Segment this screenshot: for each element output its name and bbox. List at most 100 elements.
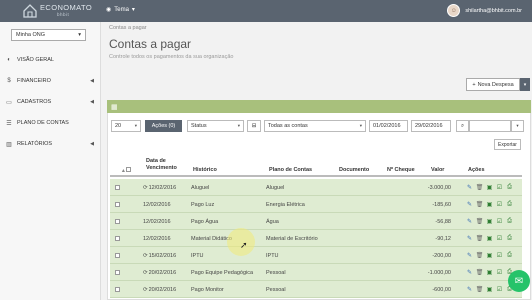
print-icon[interactable]: ⎙ xyxy=(506,251,513,259)
plan-cell: IPTU xyxy=(266,252,279,259)
row-checkbox[interactable] xyxy=(115,202,120,207)
print-icon[interactable]: ⎙ xyxy=(506,217,513,225)
date-to-input[interactable]: 29/02/2016 xyxy=(411,120,451,132)
table-row[interactable]: ⟳ 20/02/2016 Pago Monitor Pessoal -600,00 ✎ 🗑 ▣… xyxy=(110,281,522,298)
table-row[interactable]: 12/02/2016 Pago Água Água -56,88 ✎ 🗑 ▣ ☑ ⎙ xyxy=(110,213,522,230)
organization-select[interactable]: Minha ONG ▾ xyxy=(11,29,86,41)
status-select[interactable]: Status ▾ xyxy=(187,120,244,132)
due-date-cell: 12/02/2016 xyxy=(143,230,171,247)
sort-icon[interactable]: ▴ xyxy=(122,168,125,175)
search-input[interactable] xyxy=(469,120,511,132)
edit-icon[interactable]: ✎ xyxy=(466,200,473,208)
print-icon[interactable]: ⎙ xyxy=(506,234,513,242)
due-date: 20/02/2016 xyxy=(148,286,177,293)
sidebar-item-relat-rios[interactable]: ▥ RELATÓRIOS ◀ xyxy=(0,137,100,151)
money-icon[interactable]: ▣ xyxy=(486,183,493,191)
row-checkbox[interactable] xyxy=(115,185,120,190)
print-icon[interactable]: ⎙ xyxy=(506,200,513,208)
print-icon[interactable]: ⎙ xyxy=(506,183,513,191)
due-date: 20/02/2016 xyxy=(148,269,177,276)
trash-icon[interactable]: 🗑 xyxy=(476,217,484,225)
row-checkbox[interactable] xyxy=(115,236,120,241)
accounts-select[interactable]: Todas as contas ▾ xyxy=(264,120,366,132)
header-value[interactable]: Valor xyxy=(431,167,444,174)
search-options-dropdown[interactable]: ▾ xyxy=(511,120,524,132)
chevron-down-icon: ▾ xyxy=(516,123,519,128)
plan-cell: Pessoal xyxy=(266,286,286,293)
user-menu[interactable]: ☺ shilartha@bhbit.com.br xyxy=(447,4,522,17)
row-checkbox[interactable] xyxy=(115,219,120,224)
row-checkbox[interactable] xyxy=(115,270,120,275)
money-icon: $ xyxy=(7,78,11,84)
due-date-cell: ⟳ 15/02/2016 xyxy=(143,247,176,264)
trash-icon[interactable]: 🗑 xyxy=(476,251,484,259)
money-icon[interactable]: ▣ xyxy=(486,285,493,293)
new-expense-button[interactable]: + Nova Despesa xyxy=(466,78,520,91)
header-cheque[interactable]: Nº Cheque xyxy=(387,167,415,174)
value-cell: -3.000,00 xyxy=(427,184,451,191)
per-page-select[interactable]: 20 ▾ xyxy=(111,120,141,132)
header-document[interactable]: Documento xyxy=(339,167,369,174)
header-date-line2[interactable]: Vencimento xyxy=(146,165,177,172)
row-checkbox[interactable] xyxy=(115,287,120,292)
table-row[interactable]: ⟳ 12/02/2016 Aluguel Aluguel -3.000,00 ✎ 🗑 ▣ ☑ ⎙ xyxy=(110,179,522,196)
header-date-line1[interactable]: Data de xyxy=(146,158,166,165)
checkbox-icon[interactable]: ☑ xyxy=(496,234,503,242)
checkbox-icon[interactable]: ☑ xyxy=(496,268,503,276)
sidebar-item-cadastros[interactable]: ▭ CADASTROS ◀ xyxy=(0,95,100,109)
theme-menu[interactable]: ◉ Tema ▾ xyxy=(106,6,135,14)
due-date: 12/02/2016 xyxy=(143,201,171,208)
money-icon[interactable]: ▣ xyxy=(486,251,493,259)
table-row[interactable]: ⟳ 15/02/2016 IPTU IPTU -200,00 ✎ 🗑 ▣ ☑ ⎙ xyxy=(110,247,522,264)
money-icon[interactable]: ▣ xyxy=(486,217,493,225)
recurring-icon: ⟳ xyxy=(143,269,148,276)
logo-icon xyxy=(23,4,37,18)
checkbox-icon[interactable]: ☑ xyxy=(496,183,503,191)
table-row[interactable]: 12/02/2016 Pago Luz Energia Elétrica -185,6… xyxy=(110,196,522,213)
trash-icon[interactable]: 🗑 xyxy=(476,200,484,208)
row-actions: ✎ 🗑 ▣ ☑ ⎙ xyxy=(466,268,513,276)
checkbox-icon[interactable]: ☑ xyxy=(496,217,503,225)
checkbox-icon[interactable]: ☑ xyxy=(496,251,503,259)
mouse-pointer-icon: ➚ xyxy=(240,240,248,250)
search-icon[interactable]: ⌕ xyxy=(456,120,469,132)
page-subtitle: Controle todos os pagamentos da sua orga… xyxy=(109,54,234,60)
header-plan[interactable]: Plano de Contas xyxy=(269,167,312,174)
chevron-down-icon: ▾ xyxy=(134,123,137,128)
trash-icon[interactable]: 🗑 xyxy=(476,183,484,191)
edit-icon[interactable]: ✎ xyxy=(466,251,473,259)
row-checkbox[interactable] xyxy=(115,253,120,258)
status-value: Status xyxy=(191,123,207,129)
edit-icon[interactable]: ✎ xyxy=(466,285,473,293)
breadcrumb[interactable]: Contas a pagar xyxy=(109,25,147,31)
select-all-checkbox[interactable] xyxy=(126,167,131,172)
trash-icon[interactable]: 🗑 xyxy=(476,268,484,276)
edit-icon[interactable]: ✎ xyxy=(466,183,473,191)
header-history[interactable]: Histórico xyxy=(193,167,217,174)
edit-icon[interactable]: ✎ xyxy=(466,217,473,225)
money-icon[interactable]: ▣ xyxy=(486,200,493,208)
table-row[interactable]: 12/02/2016 Material Didático Material de E… xyxy=(110,230,522,247)
checkbox-icon[interactable]: ☑ xyxy=(496,285,503,293)
due-date: 12/02/2016 xyxy=(148,184,177,191)
export-button[interactable]: Exportar xyxy=(494,139,521,150)
sidebar-item-financeiro[interactable]: $ FINANCEIRO ◀ xyxy=(0,74,100,88)
date-from-input[interactable]: 01/02/2016 xyxy=(369,120,408,132)
edit-icon[interactable]: ✎ xyxy=(466,234,473,242)
chat-icon[interactable]: ✉ xyxy=(508,270,530,292)
bulk-actions-button[interactable]: Ações (0) xyxy=(145,120,182,132)
money-icon[interactable]: ▣ xyxy=(486,268,493,276)
trash-icon[interactable]: 🗑 xyxy=(476,234,484,242)
recurring-icon: ⟳ xyxy=(143,252,148,259)
new-expense-dropdown[interactable]: ▾ xyxy=(520,78,530,91)
sidebar-item-vis-o-geral[interactable]: ◐ VISÃO GERAL xyxy=(0,53,100,67)
table-row[interactable]: ⟳ 20/02/2016 Pago Equipe Pedagógica Pessoal… xyxy=(110,264,522,281)
checkbox-icon[interactable]: ☑ xyxy=(496,200,503,208)
money-icon[interactable]: ▣ xyxy=(486,234,493,242)
date-to-value: 29/02/2016 xyxy=(415,123,443,129)
edit-icon[interactable]: ✎ xyxy=(466,268,473,276)
sidebar-item-plano-de-contas[interactable]: ☰ PLANO DE CONTAS xyxy=(0,116,100,130)
palette-icon: ◉ xyxy=(106,7,112,13)
trash-icon[interactable]: 🗑 xyxy=(476,285,484,293)
history-cell: Pago Monitor xyxy=(191,286,224,293)
